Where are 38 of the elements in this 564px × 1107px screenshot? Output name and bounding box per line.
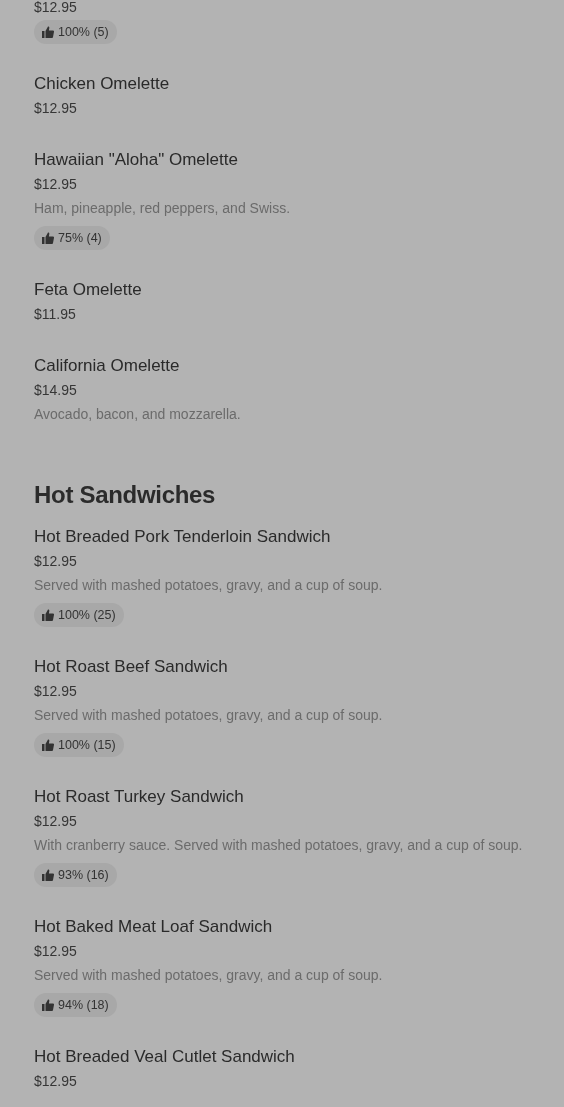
item-name[interactable]: Hot Breaded Pork Tenderloin Sandwich — [34, 525, 544, 549]
item-name[interactable]: California Omelette — [34, 354, 544, 378]
item-name[interactable]: Hot Roast Turkey Sandwich — [34, 785, 544, 809]
thumbs-up-icon — [42, 26, 54, 38]
item-description: Served with mashed potatoes, gravy, and a cup of soup. — [34, 576, 384, 595]
item-name[interactable]: Feta Omelette — [34, 278, 544, 302]
item-name[interactable]: Hawaiian "Aloha" Omelette — [34, 148, 544, 172]
rating-badge: 100% (25) — [34, 603, 124, 627]
thumbs-up-icon — [42, 869, 54, 881]
item-price: $12.95 — [34, 99, 78, 118]
item-price: $14.95 — [34, 381, 78, 400]
thumbs-up-icon — [42, 609, 54, 621]
item-price: $12.95 — [34, 812, 78, 831]
item-description: With cranberry sauce. Served with mashed potatoes, gravy, and a cup of soup. — [34, 836, 524, 855]
thumbs-up-icon — [42, 999, 54, 1011]
item-price: $11.95 — [34, 305, 77, 324]
item-description: Served with mashed potatoes, gravy, and a cup of soup. — [34, 706, 384, 725]
thumbs-up-icon — [42, 739, 54, 751]
item-description: Avocado, bacon, and mozzarella. — [34, 405, 242, 424]
item-price: $12.95 — [34, 1072, 78, 1091]
rating-badge: 100% (5) — [34, 20, 117, 44]
item-price: $12.95 — [34, 0, 78, 14]
item-description: Served with mashed potatoes, gravy, and a cup of soup. — [34, 966, 384, 985]
item-description: Ham, pineapple, red peppers, and Swiss. — [34, 199, 292, 218]
rating-badge: 75% (4) — [34, 226, 110, 250]
item-name[interactable]: Hot Roast Beef Sandwich — [34, 655, 544, 679]
item-price: $12.95 — [34, 942, 78, 961]
section-heading: Hot Sandwiches — [34, 480, 217, 510]
thumbs-up-icon — [42, 232, 54, 244]
item-name[interactable]: Chicken Omelette — [34, 72, 544, 96]
rating-badge: 93% (16) — [34, 863, 117, 887]
item-price: $12.95 — [34, 552, 78, 571]
item-name[interactable]: Hot Baked Meat Loaf Sandwich — [34, 915, 544, 939]
item-price: $12.95 — [34, 682, 78, 701]
item-price: $12.95 — [34, 175, 78, 194]
item-name[interactable]: Hot Breaded Veal Cutlet Sandwich — [34, 1045, 544, 1069]
rating-badge: 100% (15) — [34, 733, 124, 757]
rating-badge: 94% (18) — [34, 993, 117, 1017]
